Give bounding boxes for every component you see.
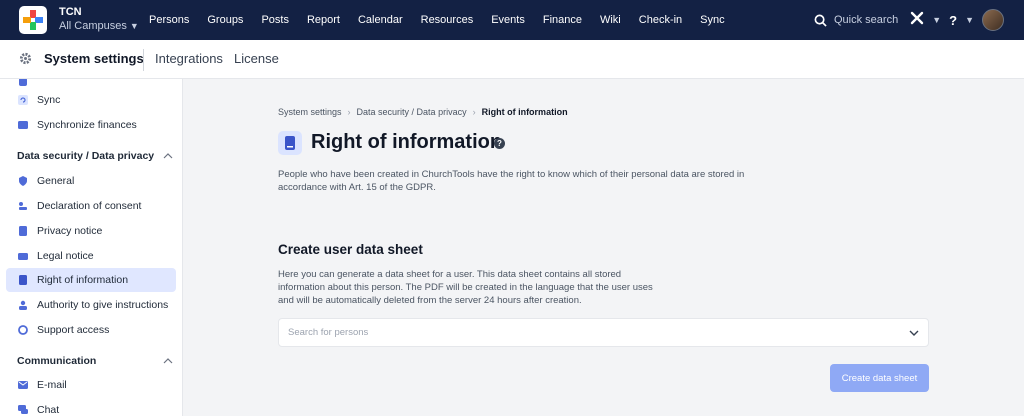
churchtools-logo[interactable] (19, 6, 47, 34)
sidebar: Sync Synchronize finances Data security … (0, 79, 183, 416)
sidebar-item-email[interactable]: E-mail (6, 373, 176, 397)
sidebar-group-label: Communication (17, 355, 97, 367)
chevron-up-icon (163, 358, 173, 364)
chevron-down-icon: ▼ (129, 21, 139, 31)
top-nav-bar: TCN All Campuses ▼ Persons Groups Posts … (0, 0, 1024, 40)
nav-check-in[interactable]: Check-in (630, 0, 691, 40)
sidebar-item-label: Declaration of consent (37, 200, 142, 212)
nav-groups[interactable]: Groups (198, 0, 252, 40)
sidebar-item-privacy-notice[interactable]: Privacy notice (6, 219, 176, 243)
sidebar-group-privacy[interactable]: Data security / Data privacy (17, 150, 173, 162)
book-icon (278, 131, 302, 155)
nav-events[interactable]: Events (482, 0, 534, 40)
list-icon (18, 79, 28, 87)
nav-finance[interactable]: Finance (534, 0, 591, 40)
book-icon (18, 275, 28, 285)
sidebar-item-chat[interactable]: Chat (6, 398, 176, 416)
section-title: Create user data sheet (278, 242, 423, 257)
breadcrumb: System settings › Data security / Data p… (278, 107, 568, 117)
chat-icon (18, 405, 28, 415)
page-title-settings[interactable]: System settings (44, 51, 144, 66)
sidebar-item-legal-notice[interactable]: Legal notice (6, 244, 176, 268)
sidebar-item-label: Legal notice (37, 250, 94, 262)
nav-wiki[interactable]: Wiki (591, 0, 630, 40)
sidebar-item-general[interactable]: General (6, 169, 176, 193)
consent-icon (18, 201, 28, 211)
chevron-down-icon[interactable]: ▼ (932, 15, 941, 25)
sidebar-item-authority-to-give-instructions[interactable]: Authority to give instructions (6, 293, 176, 317)
gear-icon (19, 52, 32, 65)
search-persons-input[interactable] (288, 327, 909, 338)
shield-icon (18, 176, 28, 186)
document-icon (18, 226, 28, 236)
nav-posts[interactable]: Posts (252, 0, 298, 40)
quick-search-label: Quick search (834, 14, 899, 26)
org-name: TCN (59, 6, 82, 18)
sidebar-item-label: General (37, 175, 75, 187)
support-icon (18, 325, 28, 335)
sidebar-item-support-access[interactable]: Support access (6, 318, 176, 342)
breadcrumb-data-privacy[interactable]: Data security / Data privacy (357, 107, 467, 117)
sidebar-item-label: Sync (37, 94, 61, 106)
chevron-up-icon (163, 153, 173, 159)
sidebar-item-declaration-of-consent[interactable]: Declaration of consent (6, 194, 176, 218)
chevron-right-icon: › (347, 107, 351, 117)
campus-switcher[interactable]: TCN All Campuses ▼ (59, 6, 139, 33)
chevron-right-icon: › (472, 107, 476, 117)
divider (143, 49, 144, 71)
search-icon (814, 14, 827, 27)
logo-icon (23, 10, 43, 30)
sidebar-item-synchronize-finances[interactable]: Synchronize finances (6, 113, 176, 137)
tab-integrations[interactable]: Integrations (155, 51, 223, 66)
sync-icon (18, 95, 28, 105)
tools-icon[interactable] (910, 11, 924, 30)
help-menu-icon[interactable]: ? (949, 13, 957, 28)
chevron-down-icon[interactable] (909, 330, 919, 336)
sidebar-item-label: Synchronize finances (37, 119, 137, 131)
help-icon[interactable]: ? (494, 138, 505, 149)
nav-report[interactable]: Report (298, 0, 349, 40)
sidebar-item-sync[interactable]: Sync (6, 88, 176, 112)
nav-resources[interactable]: Resources (412, 0, 483, 40)
sidebar-item-right-of-information[interactable]: Right of information (6, 268, 176, 292)
nav-sync[interactable]: Sync (691, 0, 733, 40)
create-data-sheet-button[interactable]: Create data sheet (830, 364, 929, 392)
quick-search[interactable]: Quick search (814, 14, 898, 27)
breadcrumb-current: Right of information (481, 107, 568, 117)
main-nav: Persons Groups Posts Report Calendar Res… (140, 0, 734, 40)
person-search-select[interactable] (278, 318, 929, 347)
sidebar-item-label: Support access (37, 324, 110, 336)
sidebar-item-label: Right of information (37, 274, 129, 286)
section-description: Here you can generate a data sheet for a… (278, 269, 653, 306)
page-description: People who have been created in ChurchTo… (278, 169, 745, 193)
breadcrumb-system-settings[interactable]: System settings (278, 107, 342, 117)
avatar[interactable] (982, 9, 1004, 31)
tab-license[interactable]: License (234, 51, 279, 66)
page-title: Right of information (311, 131, 503, 153)
sidebar-item-label: Privacy notice (37, 225, 103, 237)
campus-label: All Campuses (59, 20, 127, 32)
mail-icon (18, 380, 28, 390)
sidebar-item-label: E-mail (37, 379, 67, 391)
settings-header: System settings Integrations License (0, 40, 1024, 79)
legal-icon (18, 251, 28, 261)
sidebar-group-label: Data security / Data privacy (17, 150, 155, 162)
nav-calendar[interactable]: Calendar (349, 0, 412, 40)
sidebar-item-label: Chat (37, 404, 60, 416)
sidebar-group-communication[interactable]: Communication (17, 355, 173, 367)
finance-sync-icon (18, 120, 28, 130)
user-icon (18, 300, 28, 310)
chevron-down-icon[interactable]: ▼ (965, 15, 974, 25)
nav-persons[interactable]: Persons (140, 0, 198, 40)
sidebar-item-label: Authority to give instructions (37, 299, 169, 311)
